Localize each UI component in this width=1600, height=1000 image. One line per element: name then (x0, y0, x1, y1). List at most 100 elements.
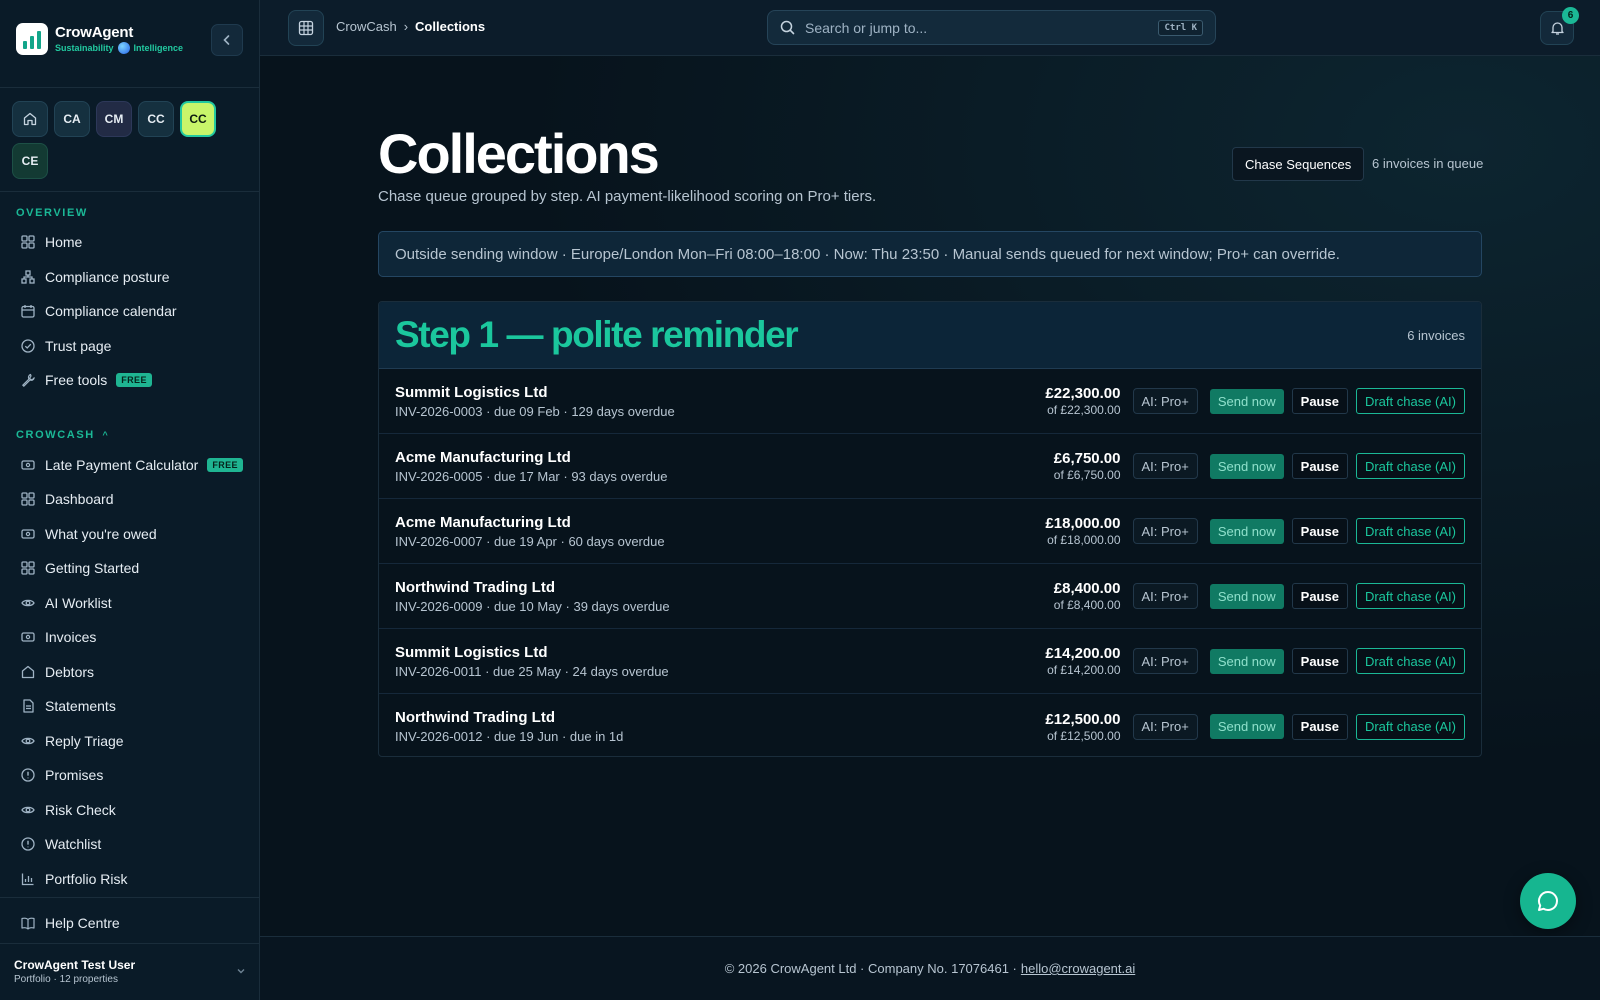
step-card: Step 1 — polite reminder 6 invoices Summ… (378, 301, 1482, 757)
invoice-total: of £12,500.00 (1047, 728, 1121, 743)
workspace-ca[interactable]: CA (54, 101, 90, 137)
sidebar-item-statements[interactable]: Statements (20, 692, 116, 720)
ai-score-tag: AI: Pro+ (1132, 648, 1198, 674)
invoice-row[interactable]: Summit Logistics Ltd INV-2026-0011 · due… (379, 629, 1481, 694)
footer-email-link[interactable]: hello@crowagent.ai (1021, 961, 1135, 976)
draft-chase-button[interactable]: Draft chase (AI) (1355, 648, 1465, 674)
sidebar-item-label: Invoices (45, 629, 97, 645)
section-title-crowcash[interactable]: CROWCASH ^ (16, 429, 109, 441)
sidebar-item-late-payment-calculator[interactable]: Late Payment Calculator FREE (20, 451, 243, 479)
invoice-row[interactable]: Summit Logistics Ltd INV-2026-0003 · due… (379, 369, 1481, 434)
workspace-cc-active[interactable]: CC (180, 101, 216, 137)
invoice-amount: £14,200.00 (1045, 645, 1121, 662)
home-icon (23, 112, 37, 126)
alert-circle-icon (20, 767, 36, 783)
breadcrumb-crowcash[interactable]: CrowCash (336, 19, 397, 34)
workspace-cc[interactable]: CC (138, 101, 174, 137)
sidebar-item-compliance-posture[interactable]: Compliance posture (20, 263, 170, 291)
sidebar-item-watchlist[interactable]: Watchlist (20, 830, 101, 858)
workspace-home[interactable] (12, 101, 48, 137)
sidebar-item-home[interactable]: Home (20, 228, 82, 256)
debtor-name[interactable]: Summit Logistics Ltd (395, 384, 1045, 401)
invoice-total: of £6,750.00 (1053, 468, 1121, 482)
pause-button[interactable]: Pause (1291, 388, 1348, 414)
sidebar-item-risk-check[interactable]: Risk Check (20, 796, 116, 824)
sidebar-item-invoices[interactable]: Invoices (20, 623, 96, 651)
pause-button[interactable]: Pause (1291, 648, 1348, 674)
brand[interactable]: CrowAgent Sustainability Intelligence (16, 23, 183, 55)
sidebar-item-reply-triage[interactable]: Reply Triage (20, 727, 124, 755)
collapse-sidebar-button[interactable] (211, 24, 243, 56)
chat-button[interactable] (1520, 873, 1576, 929)
notifications-button[interactable]: 6 (1540, 7, 1579, 45)
sidebar-item-help-centre[interactable]: Help Centre (20, 909, 120, 937)
invoice-row[interactable]: Acme Manufacturing Ltd INV-2026-0005 · d… (379, 434, 1481, 499)
apps-grid-button[interactable] (288, 10, 324, 46)
sidebar-item-portfolio-risk[interactable]: Portfolio Risk (20, 865, 127, 893)
invoice-info: Summit Logistics Ltd INV-2026-0003 · due… (395, 384, 1045, 419)
sidebar-item-label: AI Worklist (45, 595, 112, 611)
invoice-amounts: £12,500.00 of £12,500.00 (1045, 711, 1120, 743)
chase-sequences-button[interactable]: Chase Sequences (1232, 147, 1365, 181)
debtor-name[interactable]: Northwind Trading Ltd (395, 709, 1045, 726)
search-input[interactable]: Search or jump to... Ctrl K (767, 10, 1216, 45)
invoice-amount: £8,400.00 (1053, 580, 1121, 597)
sidebar-item-getting-started[interactable]: Getting Started (20, 554, 139, 582)
sidebar-item-trust-page[interactable]: Trust page (20, 332, 111, 360)
pause-button[interactable]: Pause (1291, 583, 1348, 609)
debtor-name[interactable]: Acme Manufacturing Ltd (395, 449, 1054, 466)
pause-button[interactable]: Pause (1291, 518, 1348, 544)
free-badge: FREE (207, 458, 243, 472)
sidebar-item-label: Free tools (45, 372, 108, 388)
debtor-name[interactable]: Northwind Trading Ltd (395, 579, 1054, 596)
chevron-down-icon (236, 966, 246, 979)
topbar: CrowCash › Collections Search or jump to… (260, 0, 1600, 56)
send-now-button[interactable]: Send now (1209, 518, 1284, 544)
cash-icon (20, 629, 36, 645)
send-now-button[interactable]: Send now (1209, 714, 1284, 739)
cash-icon (20, 526, 36, 542)
sidebar-item-label: Home (45, 234, 83, 250)
sidebar-item-promises[interactable]: Promises (20, 761, 103, 789)
invoice-row[interactable]: Northwind Trading Ltd INV-2026-0009 · du… (379, 564, 1481, 629)
debtor-name[interactable]: Summit Logistics Ltd (395, 644, 1045, 661)
user-menu[interactable]: CrowAgent Test User Portfolio · 12 prope… (14, 958, 246, 985)
breadcrumb: CrowCash › Collections (336, 19, 485, 34)
step-title: Step 1 — polite reminder (395, 314, 799, 355)
send-now-button[interactable]: Send now (1209, 453, 1284, 479)
pause-button[interactable]: Pause (1291, 713, 1348, 740)
draft-chase-button[interactable]: Draft chase (AI) (1355, 453, 1465, 479)
workspace-cm[interactable]: CM (96, 101, 132, 137)
workspace-ce[interactable]: CE (12, 143, 48, 179)
invoice-amounts: £8,400.00 of £8,400.00 (1054, 580, 1121, 612)
brand-tag-left: Sustainability (55, 43, 114, 53)
invoice-meta: INV-2026-0007 · due 19 Apr · 60 days ove… (395, 533, 665, 549)
invoice-total: of £14,200.00 (1047, 663, 1121, 677)
sidebar-item-dashboard[interactable]: Dashboard (20, 485, 114, 513)
pause-button[interactable]: Pause (1291, 453, 1348, 479)
sidebar-item-label: Watchlist (45, 836, 102, 852)
draft-chase-button[interactable]: Draft chase (AI) (1355, 713, 1465, 740)
invoice-row[interactable]: Northwind Trading Ltd INV-2026-0012 · du… (379, 694, 1481, 756)
breadcrumb-current: Collections (415, 19, 486, 34)
chevron-left-icon (223, 35, 230, 45)
sidebar-item-compliance-calendar[interactable]: Compliance calendar (20, 297, 177, 325)
sidebar-item-debtors[interactable]: Debtors (20, 658, 94, 686)
draft-chase-button[interactable]: Draft chase (AI) (1355, 518, 1465, 544)
document-icon (20, 698, 36, 714)
draft-chase-button[interactable]: Draft chase (AI) (1355, 388, 1465, 414)
sidebar-item-what-youre-owed[interactable]: What you're owed (20, 520, 157, 548)
invoice-row[interactable]: Acme Manufacturing Ltd INV-2026-0007 · d… (379, 499, 1481, 564)
footer: © 2026 CrowAgent Ltd · Company No. 17076… (260, 936, 1600, 1000)
draft-chase-button[interactable]: Draft chase (AI) (1355, 583, 1465, 609)
chevron-up-icon: ^ (102, 430, 110, 440)
sidebar-item-free-tools[interactable]: Free tools FREE (20, 366, 152, 394)
brand-tag-right: Intelligence (133, 43, 184, 53)
sidebar-item-ai-worklist[interactable]: AI Worklist (20, 589, 112, 617)
invoice-amounts: £18,000.00 of £18,000.00 (1045, 515, 1120, 547)
eye-icon (20, 733, 36, 749)
send-now-button[interactable]: Send now (1209, 583, 1284, 609)
send-now-button[interactable]: Send now (1209, 648, 1284, 674)
send-now-button[interactable]: Send now (1209, 388, 1284, 414)
debtor-name[interactable]: Acme Manufacturing Ltd (395, 514, 1045, 531)
